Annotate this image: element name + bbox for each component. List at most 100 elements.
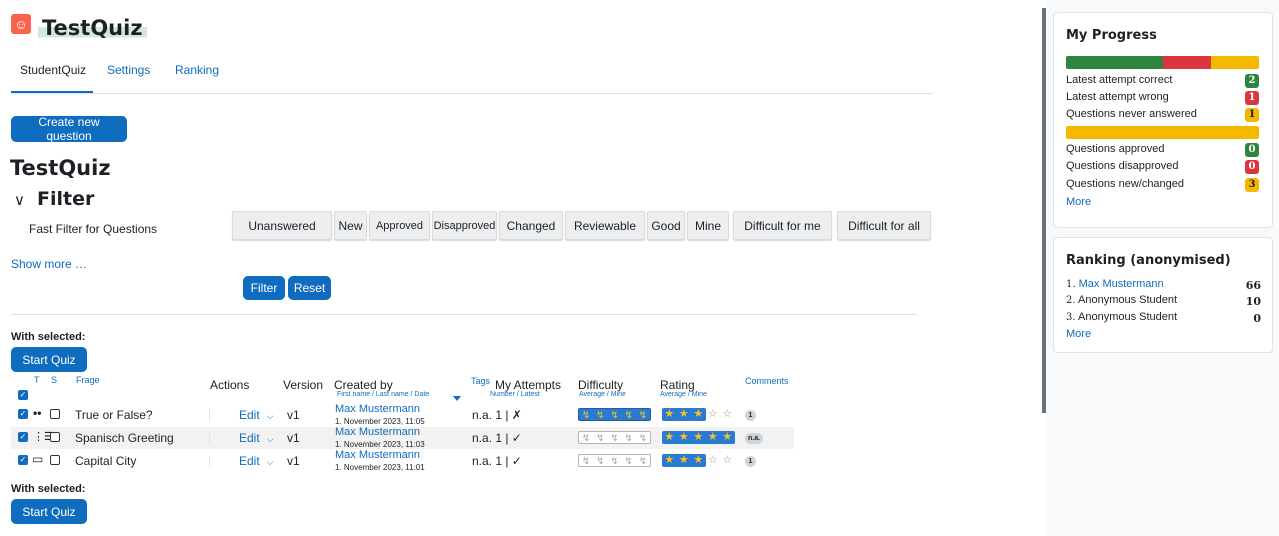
- filter-approved-button[interactable]: Approved: [369, 211, 430, 240]
- create-question-button[interactable]: Create new question: [11, 115, 127, 143]
- chevron-down-icon: ⌵: [266, 434, 274, 444]
- count-badge: 1: [1245, 108, 1259, 122]
- progress-row-disapproved: Questions disapproved 0: [1066, 160, 1259, 174]
- progress-row-new: Questions new/changed 3: [1066, 178, 1259, 192]
- ranking-row: 2. Anonymous Student 10: [1066, 294, 1261, 308]
- progress-segment-new: [1066, 126, 1259, 139]
- column-separator: [209, 432, 210, 444]
- tab-studentquiz[interactable]: StudentQuiz: [20, 63, 86, 77]
- header-difficulty-sub[interactable]: Average / Mine: [579, 391, 626, 398]
- header-my-attempts-sub[interactable]: Number / Latest: [490, 391, 540, 398]
- sort-desc-icon[interactable]: [453, 396, 461, 401]
- header-my-attempts[interactable]: My Attempts: [495, 378, 561, 392]
- tab-ranking[interactable]: Ranking: [175, 63, 219, 77]
- rating-stars[interactable]: ★ ★ ★ ☆ ☆: [662, 454, 735, 467]
- progress-segment-never: [1210, 56, 1259, 69]
- question-name[interactable]: True or False?: [75, 408, 153, 422]
- edit-action-menu[interactable]: Edit ⌵: [239, 431, 274, 445]
- tab-bar: StudentQuiz Settings Ranking: [11, 54, 933, 94]
- column-separator: [209, 409, 210, 421]
- page-title: TestQuiz: [38, 16, 147, 40]
- show-more-link[interactable]: Show more …: [11, 257, 87, 271]
- filter-disapproved-button[interactable]: Disapproved: [432, 211, 497, 240]
- row-select-checkbox[interactable]: ✓: [18, 409, 28, 419]
- with-selected-label: With selected:: [11, 331, 86, 343]
- edit-action-menu[interactable]: Edit ⌵: [239, 454, 274, 468]
- ranking-more-link[interactable]: More: [1066, 328, 1261, 340]
- state-checkbox: [50, 432, 60, 442]
- filter-button[interactable]: Filter: [243, 276, 285, 300]
- attempts-cell: n.a. 1 | ✓: [472, 454, 522, 468]
- count-badge: 1: [1245, 91, 1259, 105]
- progress-card: My Progress Latest attempt correct 2 Late…: [1053, 12, 1273, 228]
- sidebar-resize-handle[interactable]: [1042, 8, 1046, 413]
- question-name[interactable]: Capital City: [75, 454, 136, 468]
- row-select-checkbox[interactable]: ✓: [18, 432, 28, 442]
- ranking-row: 3. Anonymous Student 0: [1066, 311, 1261, 325]
- header-rating-sub[interactable]: Average / Mine: [660, 391, 707, 398]
- comments-count-badge[interactable]: 1: [745, 410, 756, 421]
- ranking-title: Ranking (anonymised): [1066, 253, 1231, 268]
- filter-new-button[interactable]: New: [334, 211, 367, 240]
- filter-difficult-for-all-button[interactable]: Difficult for all: [837, 211, 931, 240]
- difficulty-bar: ↯ ↯ ↯ ↯ ↯: [578, 431, 651, 444]
- creator-name[interactable]: Max Mustermann: [335, 404, 420, 415]
- filter-reviewable-button[interactable]: Reviewable: [565, 211, 645, 240]
- progress-bar-attempts: [1066, 56, 1259, 69]
- header-comments[interactable]: Comments: [745, 376, 789, 386]
- header-s[interactable]: S: [51, 375, 57, 385]
- progress-more-link[interactable]: More: [1066, 196, 1259, 208]
- column-separator: [209, 455, 210, 467]
- ranking-card: Ranking (anonymised) 1. Max Mustermann 66…: [1053, 237, 1273, 353]
- rating-stars[interactable]: ★ ★ ★ ☆ ☆: [662, 408, 735, 421]
- count-badge: 3: [1245, 178, 1259, 192]
- header-frage[interactable]: Frage: [76, 375, 100, 385]
- progress-bar-approval: [1066, 126, 1259, 139]
- attempts-cell: n.a. 1 | ✗: [472, 408, 522, 422]
- filter-difficult-for-me-button[interactable]: Difficult for me: [733, 211, 832, 240]
- question-version: v1: [287, 431, 300, 445]
- question-version: v1: [287, 408, 300, 422]
- difficulty-bar: ↯ ↯ ↯ ↯ ↯: [578, 454, 651, 467]
- edit-action-menu[interactable]: Edit ⌵: [239, 408, 274, 422]
- studentquiz-logo-icon: ☺: [11, 14, 31, 34]
- start-quiz-button-top[interactable]: Start Quiz: [11, 347, 87, 372]
- select-all-checkbox[interactable]: ✓: [18, 390, 28, 400]
- creator-name[interactable]: Max Mustermann: [335, 427, 420, 438]
- filter-mine-button[interactable]: Mine: [687, 211, 729, 240]
- filter-section-toggle[interactable]: ∨ Filter: [14, 188, 94, 210]
- ranking-name-link[interactable]: Max Mustermann: [1079, 278, 1164, 290]
- ranking-row: 1. Max Mustermann 66: [1066, 278, 1261, 292]
- progress-row-approved: Questions approved 0: [1066, 143, 1259, 157]
- filter-good-button[interactable]: Good: [647, 211, 685, 240]
- reset-button[interactable]: Reset: [288, 276, 331, 300]
- count-badge: 2: [1245, 74, 1259, 88]
- header-t[interactable]: T: [34, 375, 40, 385]
- quiz-heading: TestQuiz: [10, 156, 111, 180]
- rating-stars[interactable]: ★ ★ ★ ★ ★: [662, 431, 735, 444]
- comments-count-badge[interactable]: 1: [745, 456, 756, 467]
- header-version[interactable]: Version: [283, 378, 323, 392]
- filter-unanswered-button[interactable]: Unanswered: [232, 211, 332, 240]
- count-badge: 0: [1245, 143, 1259, 157]
- comments-count-badge[interactable]: n.a.: [745, 433, 764, 444]
- state-checkbox: [50, 409, 60, 419]
- header-rating[interactable]: Rating: [660, 378, 695, 392]
- attempts-cell: n.a. 1 | ✓: [472, 431, 522, 445]
- progress-segment-wrong: [1162, 56, 1211, 69]
- header-tags[interactable]: Tags: [471, 376, 490, 386]
- progress-row-correct: Latest attempt correct 2: [1066, 74, 1259, 88]
- question-version: v1: [287, 454, 300, 468]
- header-difficulty[interactable]: Difficulty: [578, 378, 623, 392]
- header-actions: Actions: [210, 378, 250, 392]
- header-created-by[interactable]: Created by: [334, 378, 393, 392]
- start-quiz-button-bottom[interactable]: Start Quiz: [11, 499, 87, 524]
- creator-name[interactable]: Max Mustermann: [335, 450, 420, 461]
- row-select-checkbox[interactable]: ✓: [18, 455, 28, 465]
- tab-settings[interactable]: Settings: [107, 63, 150, 77]
- filter-changed-button[interactable]: Changed: [499, 211, 563, 240]
- header-created-by-sub[interactable]: First name / Last name / Date: [337, 391, 429, 398]
- difficulty-bar: ↯ ↯ ↯ ↯ ↯: [578, 408, 651, 421]
- filter-heading: Filter: [36, 188, 95, 210]
- question-name[interactable]: Spanisch Greeting: [75, 431, 174, 445]
